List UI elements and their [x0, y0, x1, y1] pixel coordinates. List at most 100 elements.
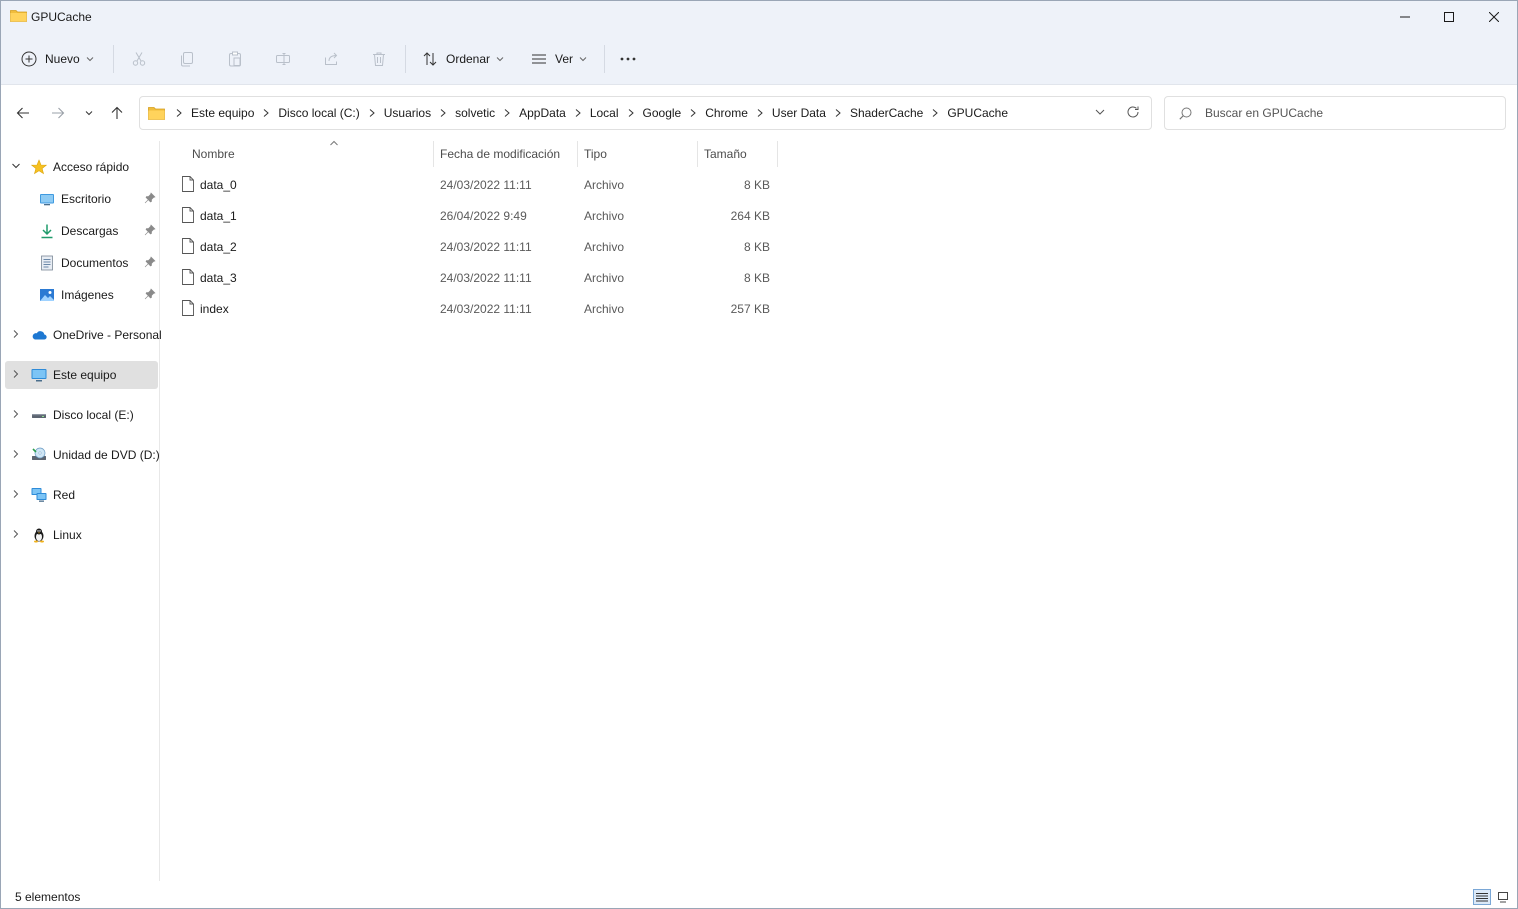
pin-icon[interactable]	[144, 288, 156, 300]
column-header-date[interactable]: Fecha de modificación	[433, 141, 577, 167]
plus-circle-icon	[21, 51, 37, 67]
sidebar-item-label: Linux	[53, 528, 82, 542]
delete-button[interactable]	[371, 43, 387, 75]
chevron-right-icon[interactable]	[929, 107, 941, 119]
breadcrumb-item[interactable]: Este equipo	[191, 106, 254, 120]
new-button[interactable]: Nuevo	[21, 43, 94, 75]
breadcrumb-item[interactable]: AppData	[519, 106, 566, 120]
file-date: 24/03/2022 11:11	[440, 240, 532, 254]
chevron-right-icon[interactable]	[11, 409, 21, 419]
share-button[interactable]	[323, 43, 339, 75]
pin-icon[interactable]	[144, 224, 156, 236]
chevron-right-icon[interactable]	[11, 369, 21, 379]
arrow-up-icon	[111, 106, 123, 119]
chevron-right-icon[interactable]	[366, 107, 378, 119]
chevron-right-icon[interactable]	[501, 107, 513, 119]
drive-icon	[32, 414, 46, 418]
breadcrumb-item[interactable]: Local	[590, 106, 619, 120]
window-title: GPUCache	[31, 10, 92, 24]
table-row[interactable]: data_1 26/04/2022 9:49 Archivo 264 KB	[175, 202, 775, 230]
sidebar-item-label: Acceso rápido	[53, 160, 130, 174]
sidebar-item-label: Disco local (E:)	[53, 408, 134, 422]
breadcrumb-item[interactable]: Usuarios	[384, 106, 431, 120]
sidebar-item-this-pc[interactable]: Este equipo	[5, 361, 158, 389]
search-input[interactable]	[1205, 97, 1495, 129]
up-button[interactable]	[105, 101, 129, 125]
chevron-right-icon[interactable]	[832, 107, 844, 119]
sort-button[interactable]: Ordenar	[422, 43, 504, 75]
file-type: Archivo	[584, 240, 625, 254]
chevron-right-icon[interactable]	[173, 107, 185, 119]
breadcrumb-item[interactable]: User Data	[772, 106, 826, 120]
item-count: 5 elementos	[15, 890, 81, 904]
sidebar-item-quick-access[interactable]: Acceso rápido	[5, 153, 158, 181]
column-header-type[interactable]: Tipo	[577, 141, 697, 167]
chevron-right-icon[interactable]	[11, 489, 21, 499]
view-button[interactable]: Ver	[531, 43, 587, 75]
documents-icon	[41, 255, 53, 271]
sidebar-item-network[interactable]: Red	[5, 481, 158, 509]
table-row[interactable]: data_0 24/03/2022 11:11 Archivo 8 KB	[175, 171, 775, 199]
paste-button[interactable]	[227, 43, 243, 75]
file-date: 24/03/2022 11:11	[440, 271, 532, 285]
sidebar-item-documents[interactable]: Documentos	[5, 249, 158, 277]
chevron-right-icon[interactable]	[260, 107, 272, 119]
sidebar-item-linux[interactable]: Linux	[5, 521, 158, 549]
sidebar-item-onedrive[interactable]: OneDrive - Personal	[5, 321, 162, 349]
explorer-window: GPUCache Nuevo Ordenar Ver Este equipo D…	[0, 0, 1518, 909]
sort-label: Ordenar	[446, 52, 491, 66]
breadcrumb-item[interactable]: ShaderCache	[850, 106, 923, 120]
recent-locations-button[interactable]	[77, 101, 101, 125]
chevron-right-icon[interactable]	[437, 107, 449, 119]
column-header-size[interactable]: Tamaño	[697, 141, 777, 167]
close-button[interactable]	[1471, 1, 1517, 33]
column-header-name[interactable]: Nombre	[185, 140, 433, 167]
rename-icon	[276, 53, 290, 65]
chevron-down-icon[interactable]	[11, 161, 21, 171]
tiles-view-button[interactable]	[1495, 889, 1511, 905]
minimize-button[interactable]	[1382, 1, 1428, 33]
file-date: 24/03/2022 11:11	[440, 178, 532, 192]
table-row[interactable]: data_3 24/03/2022 11:11 Archivo 8 KB	[175, 264, 775, 292]
breadcrumb-item[interactable]: Disco local (C:)	[278, 106, 359, 120]
breadcrumb-item[interactable]: Google	[643, 106, 682, 120]
pin-icon[interactable]	[144, 256, 156, 268]
chevron-right-icon[interactable]	[11, 449, 21, 459]
chevron-down-icon	[86, 57, 94, 62]
download-icon	[41, 224, 53, 239]
search-box[interactable]	[1164, 96, 1506, 130]
maximize-button[interactable]	[1426, 1, 1472, 33]
chevron-right-icon[interactable]	[687, 107, 699, 119]
column-header-label: Tipo	[584, 147, 607, 161]
details-view-button[interactable]	[1473, 889, 1491, 905]
column-divider[interactable]	[777, 141, 778, 167]
sidebar-item-downloads[interactable]: Descargas	[5, 217, 158, 245]
forward-button[interactable]	[46, 101, 70, 125]
back-button[interactable]	[11, 101, 35, 125]
breadcrumb: Este equipo Disco local (C:) Usuarios so…	[148, 97, 1008, 129]
breadcrumb-item[interactable]: solvetic	[455, 106, 495, 120]
chevron-right-icon[interactable]	[754, 107, 766, 119]
chevron-right-icon[interactable]	[572, 107, 584, 119]
sidebar-item-pictures[interactable]: Imágenes	[5, 281, 158, 309]
chevron-down-icon[interactable]	[1094, 106, 1106, 118]
copy-button[interactable]	[179, 43, 195, 75]
sidebar-item-drive-e[interactable]: Disco local (E:)	[5, 401, 158, 429]
more-options-button[interactable]	[619, 43, 637, 75]
sidebar-item-dvd-drive[interactable]: Unidad de DVD (D:)	[5, 441, 160, 469]
file-date: 26/04/2022 9:49	[440, 209, 527, 223]
sidebar-item-desktop[interactable]: Escritorio	[5, 185, 158, 213]
address-bar[interactable]: Este equipo Disco local (C:) Usuarios so…	[139, 96, 1152, 130]
table-row[interactable]: index 24/03/2022 11:11 Archivo 257 KB	[175, 295, 775, 323]
chevron-right-icon[interactable]	[11, 329, 21, 339]
column-header-label: Tamaño	[704, 147, 747, 161]
pin-icon[interactable]	[144, 192, 156, 204]
table-row[interactable]: data_2 24/03/2022 11:11 Archivo 8 KB	[175, 233, 775, 261]
rename-button[interactable]	[275, 43, 291, 75]
cut-button[interactable]	[131, 43, 147, 75]
chevron-right-icon[interactable]	[625, 107, 637, 119]
breadcrumb-item-current[interactable]: GPUCache	[947, 106, 1008, 120]
chevron-right-icon[interactable]	[11, 529, 21, 539]
refresh-icon[interactable]	[1126, 105, 1140, 119]
breadcrumb-item[interactable]: Chrome	[705, 106, 748, 120]
